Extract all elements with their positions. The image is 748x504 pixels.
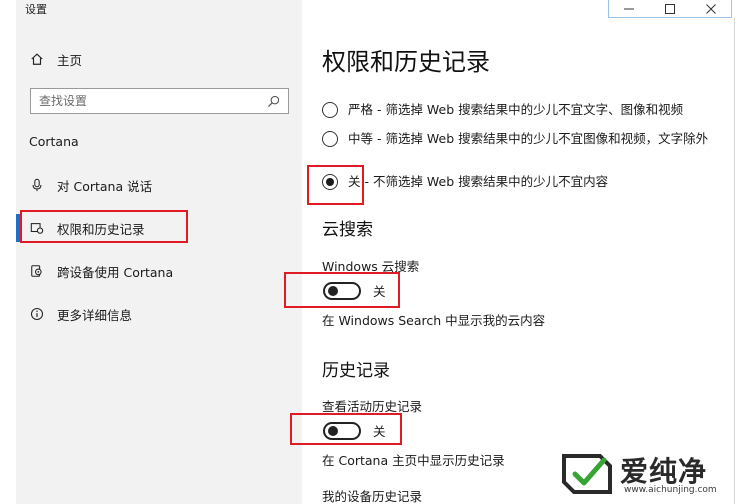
sidebar-item-more-info[interactable]: 更多详细信息 — [16, 299, 302, 329]
cloud-search-toggle[interactable] — [323, 281, 361, 300]
info-icon — [29, 306, 45, 322]
sidebar-item-label: 跨设备使用 Cortana — [57, 264, 174, 280]
radio-label: 中等 - 筛选掉 Web 搜索结果中的少儿不宜图像和视频，文字除外 — [348, 131, 709, 146]
sidebar-item-label: 主页 — [57, 52, 83, 68]
history-heading: 历史记录 — [322, 361, 390, 381]
sidebar-item-permissions-history[interactable]: 权限和历史记录 — [16, 213, 302, 243]
cloud-search-description: 在 Windows Search 中显示我的云内容 — [322, 313, 546, 328]
cloud-search-toggle-row[interactable]: 关 — [323, 281, 386, 300]
sidebar-item-label: 权限和历史记录 — [57, 221, 145, 237]
app-title: 设置 — [25, 3, 47, 16]
minimize-button[interactable] — [609, 0, 650, 17]
sidebar-item-label: 对 Cortana 说话 — [57, 178, 153, 194]
device-history-label: 我的设备历史记录 — [322, 489, 423, 504]
activity-history-label: 查看活动历史记录 — [322, 399, 423, 414]
safesearch-option-strict[interactable]: 严格 - 筛选掉 Web 搜索结果中的少儿不宜文字、图像和视频 — [322, 101, 718, 119]
activity-history-description: 在 Cortana 主页中显示历史记录 — [322, 453, 505, 468]
sidebar-item-cross-device[interactable]: 跨设备使用 Cortana — [16, 256, 302, 286]
search-input[interactable] — [31, 94, 251, 108]
search-icon[interactable] — [267, 95, 280, 108]
close-button[interactable] — [690, 0, 731, 17]
search-field[interactable] — [30, 88, 289, 114]
maximize-icon — [665, 3, 675, 14]
cloud-search-heading: 云搜索 — [322, 220, 373, 240]
safesearch-option-moderate[interactable]: 中等 - 筛选掉 Web 搜索结果中的少儿不宜图像和视频，文字除外 — [322, 130, 736, 148]
page-title: 权限和历史记录 — [322, 48, 490, 76]
sidebar-item-talk-to-cortana[interactable]: 对 Cortana 说话 — [16, 170, 302, 200]
close-icon — [705, 3, 716, 14]
watermark-url: www.aichunjing.com — [624, 485, 717, 495]
window-border — [734, 18, 735, 504]
toggle-state-label: 关 — [373, 284, 386, 299]
radio-button[interactable] — [322, 131, 338, 147]
cloud-search-label: Windows 云搜索 — [322, 259, 420, 274]
activity-history-toggle[interactable] — [323, 421, 361, 440]
devices-icon — [29, 263, 45, 279]
radio-label: 关 - 不筛选掉 Web 搜索结果中的少儿不宜内容 — [348, 174, 609, 189]
watermark-brand: 爱纯净 — [620, 455, 708, 488]
watermark-logo-icon — [562, 454, 612, 494]
safesearch-option-off[interactable]: 关 - 不筛选掉 Web 搜索结果中的少儿不宜内容 — [322, 173, 718, 191]
section-label-cortana: Cortana — [29, 134, 79, 149]
window-controls — [608, 0, 732, 18]
toggle-state-label: 关 — [373, 424, 386, 439]
sidebar-item-label: 更多详细信息 — [57, 307, 133, 323]
home-icon — [29, 51, 45, 67]
permissions-icon — [29, 220, 45, 236]
minimize-icon — [624, 8, 635, 9]
radio-button[interactable] — [322, 102, 338, 118]
sidebar: 设置 主页 Cortana 对 Cortana 说话 权限和历史记录 跨设备使用… — [16, 0, 302, 504]
microphone-icon — [29, 177, 45, 193]
radio-button-checked[interactable] — [322, 174, 338, 190]
maximize-button[interactable] — [650, 0, 691, 17]
watermark: 爱纯净 www.aichunjing.com — [560, 450, 740, 502]
radio-label: 严格 - 筛选掉 Web 搜索结果中的少儿不宜文字、图像和视频 — [348, 102, 684, 117]
sidebar-item-home[interactable]: 主页 — [16, 44, 302, 74]
activity-history-toggle-row[interactable]: 关 — [323, 421, 386, 440]
